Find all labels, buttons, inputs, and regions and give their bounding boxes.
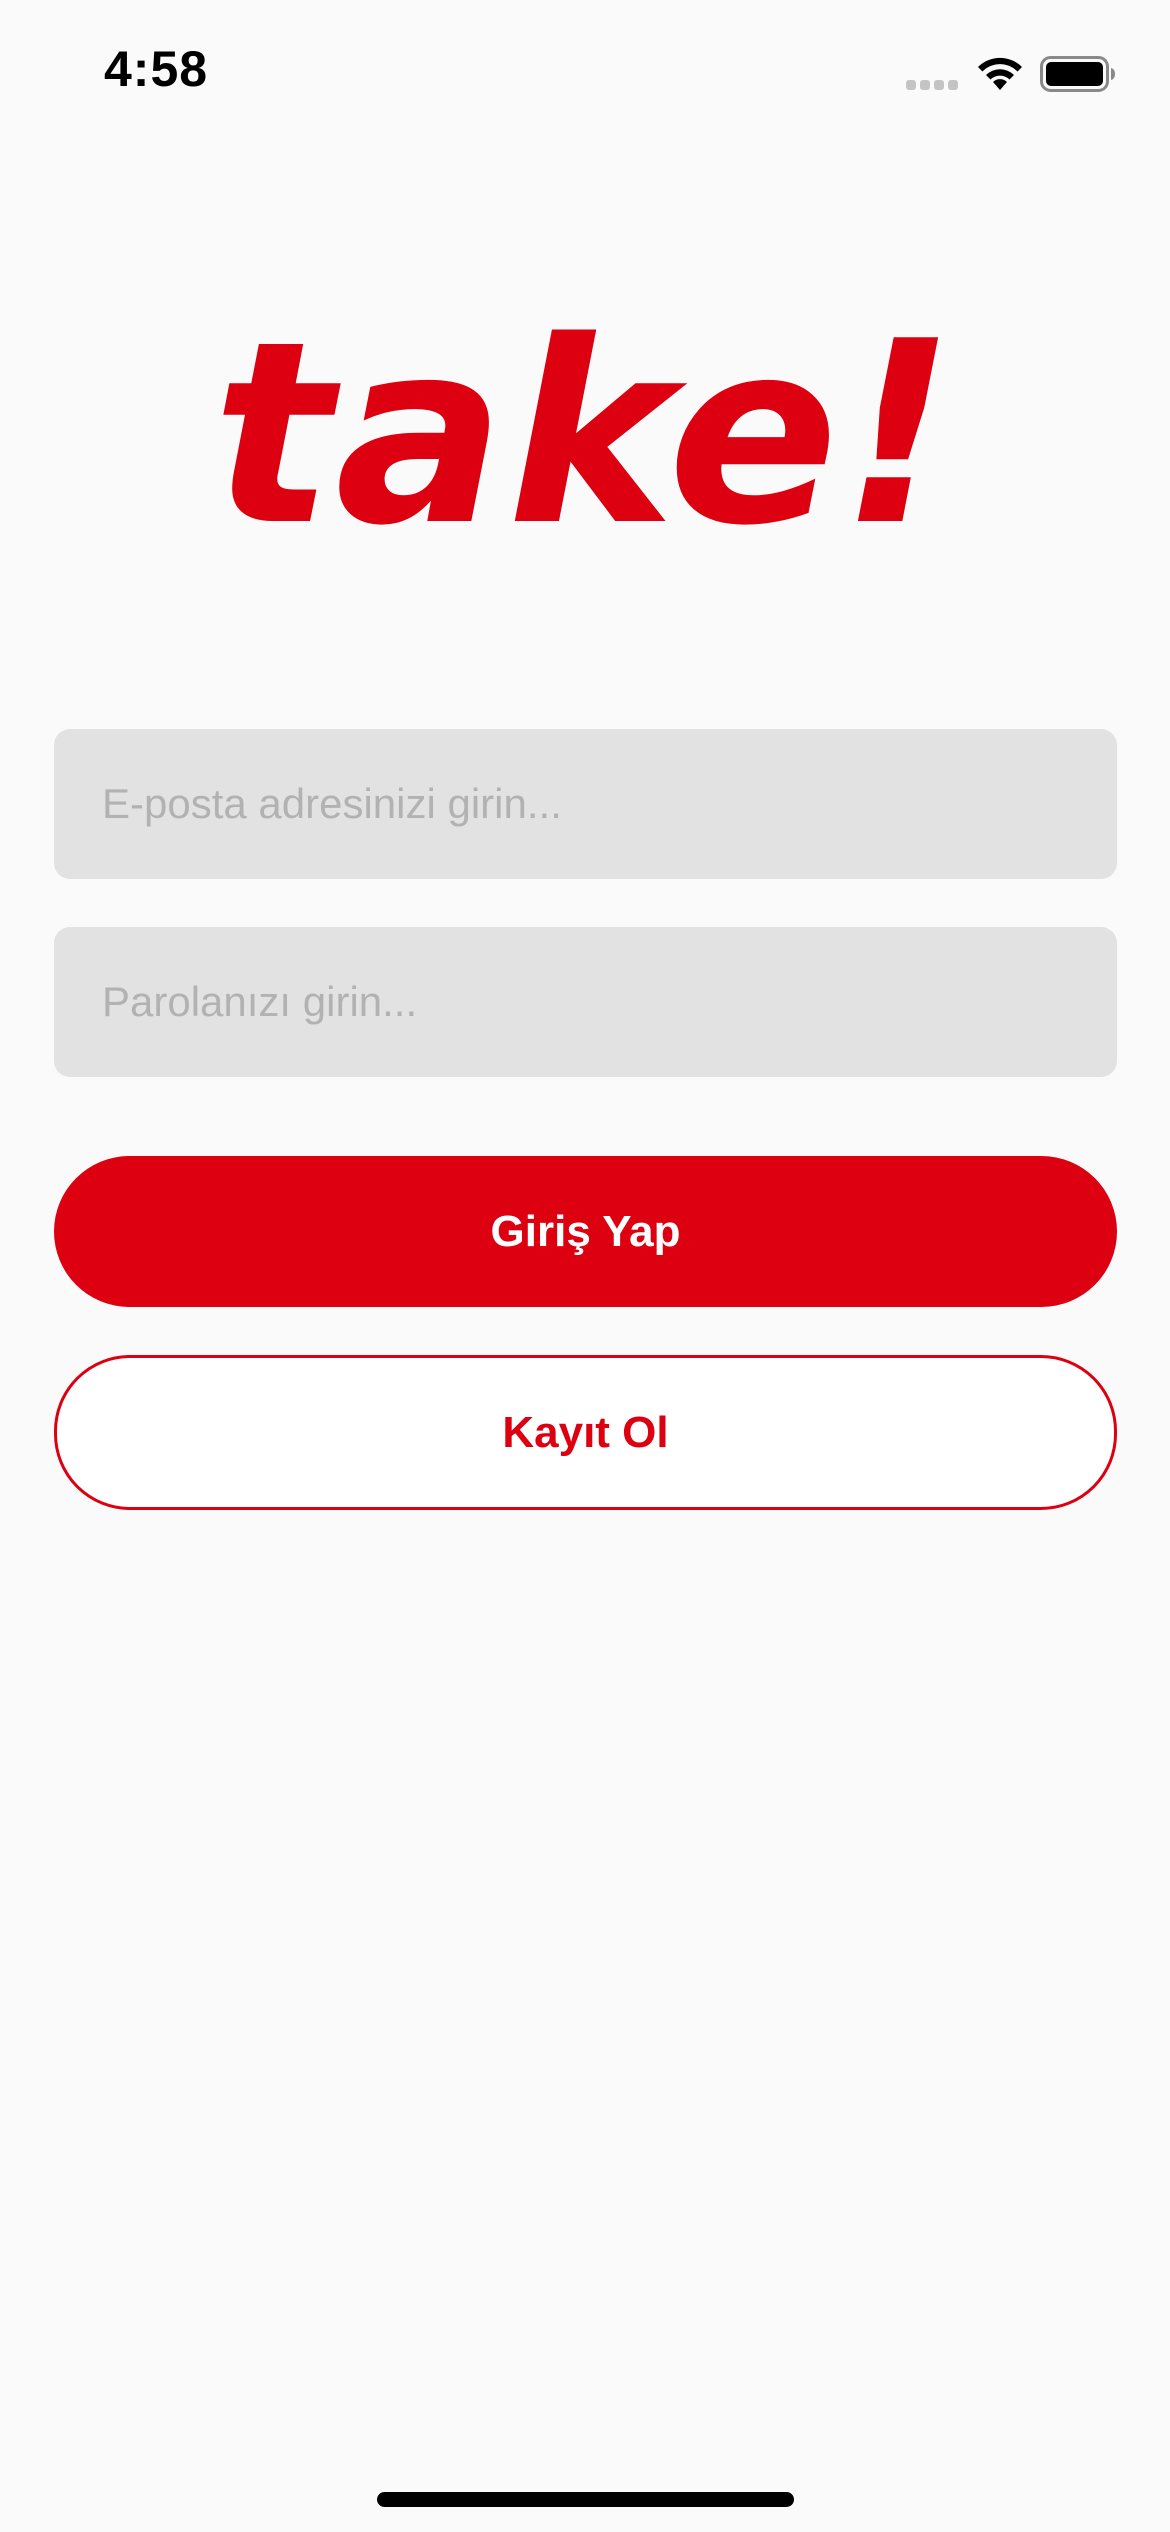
battery-icon [1040,56,1115,92]
password-field[interactable] [54,927,1117,1077]
register-button[interactable]: Kayıt Ol [54,1355,1117,1510]
login-button-label: Giriş Yap [490,1206,681,1256]
password-input[interactable] [102,978,1117,1026]
email-input[interactable] [102,780,1117,828]
app-logo: take! [212,288,958,581]
home-indicator[interactable] [377,2492,794,2507]
wifi-icon [978,57,1022,90]
login-button[interactable]: Giriş Yap [54,1156,1117,1307]
status-time: 4:58 [104,41,209,97]
cellular-signal-icon [906,80,960,92]
status-bar: 4:58 [0,0,1170,150]
email-field[interactable] [54,729,1117,879]
register-button-label: Kayıt Ol [502,1407,669,1457]
